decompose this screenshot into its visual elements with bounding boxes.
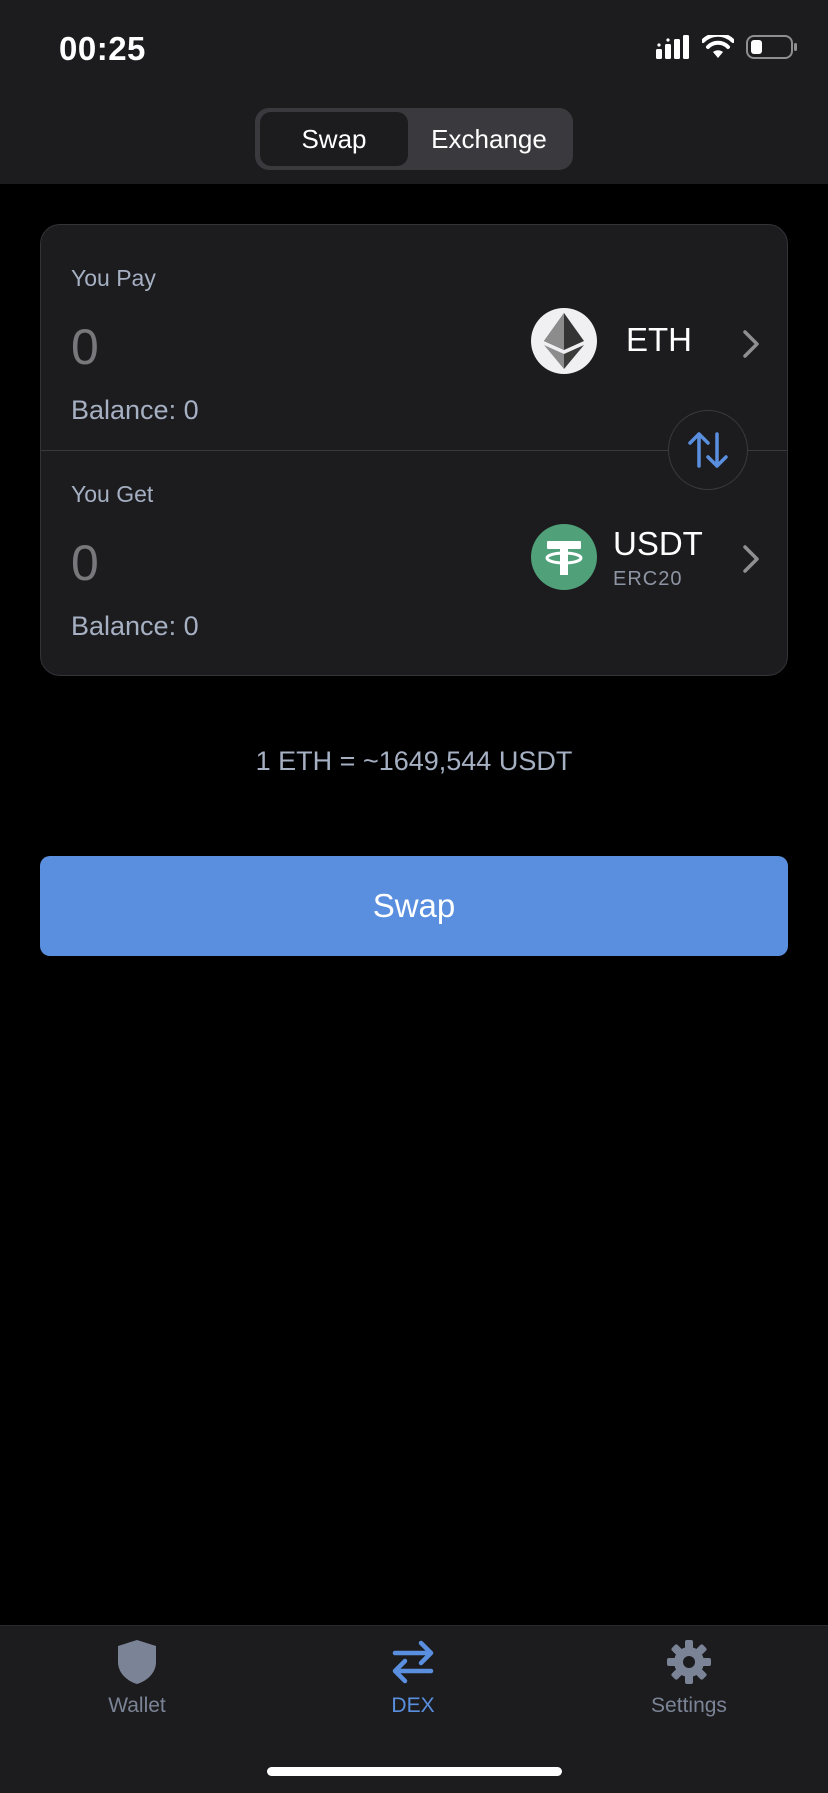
status-time: 00:25 — [59, 30, 146, 67]
gear-icon — [667, 1640, 711, 1684]
status-icons — [656, 34, 798, 60]
battery-icon — [746, 35, 797, 59]
chevron-right-icon[interactable] — [741, 544, 761, 574]
tab-dex[interactable]: DEX — [323, 1638, 503, 1718]
cellular-signal-icon — [656, 35, 689, 59]
segment-swap[interactable]: Swap — [260, 112, 408, 166]
segment-exchange[interactable]: Exchange — [410, 112, 568, 166]
pay-balance: Balance: 0 — [71, 395, 199, 425]
home-indicator — [267, 1767, 562, 1776]
tab-settings-label: Settings — [651, 1694, 727, 1717]
swap-card: You Pay 0 Balance: 0 ETH You Get 0 Balan… — [40, 224, 788, 676]
get-token-network: ERC20 — [613, 568, 683, 590]
swap-arrows-icon — [392, 1640, 434, 1684]
chevron-right-icon[interactable] — [741, 329, 761, 359]
tab-wallet-label: Wallet — [108, 1694, 166, 1717]
ethereum-icon[interactable] — [531, 308, 597, 374]
shield-icon — [118, 1640, 156, 1684]
pay-label: You Pay — [71, 265, 156, 291]
swap-button[interactable]: Swap — [40, 856, 788, 956]
status-bar: 00:25 — [0, 0, 828, 98]
wifi-icon — [702, 35, 734, 58]
tether-icon[interactable] — [531, 524, 597, 590]
header: Swap Exchange — [0, 98, 828, 184]
swap-direction-button[interactable] — [668, 410, 748, 490]
get-balance: Balance: 0 — [71, 611, 199, 641]
tab-dex-label: DEX — [391, 1694, 435, 1717]
pay-token-symbol[interactable]: ETH — [626, 321, 692, 359]
get-label: You Get — [71, 481, 154, 507]
tab-wallet[interactable]: Wallet — [47, 1638, 227, 1718]
tab-settings[interactable]: Settings — [599, 1638, 779, 1718]
exchange-rate: 1 ETH = ~1649,544 USDT — [255, 746, 573, 776]
get-token-symbol[interactable]: USDT — [613, 525, 703, 563]
get-amount-input[interactable]: 0 — [71, 534, 99, 592]
segmented-control: Swap Exchange — [255, 108, 573, 170]
pay-amount-input[interactable]: 0 — [71, 318, 99, 376]
swap-vertical-icon — [688, 432, 728, 468]
